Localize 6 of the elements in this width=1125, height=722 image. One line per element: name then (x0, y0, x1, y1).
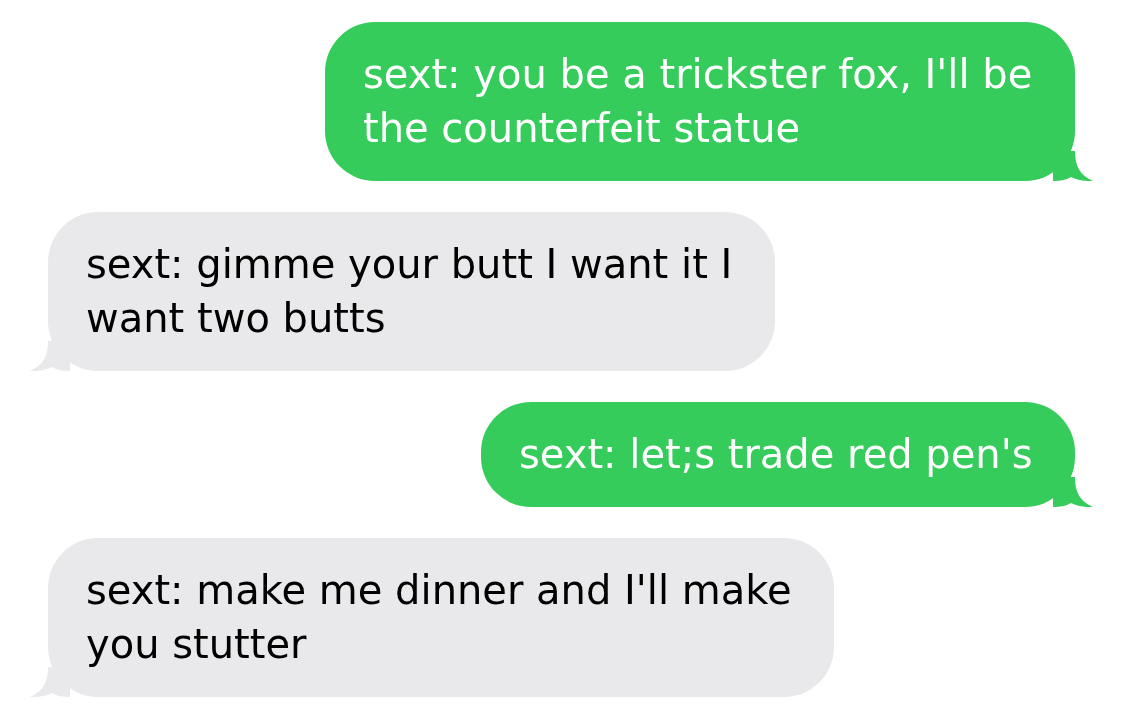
received-message: sext: make me dinner and I'll make you stutter (48, 538, 834, 697)
bubble-tail-icon (1053, 151, 1093, 181)
received-message: sext: gimme your butt I want it I want two butts (48, 212, 775, 371)
sent-message: sext: let;s trade red pen's (481, 402, 1075, 507)
sent-message: sext: you be a trickster fox, I'll be the counterfeit statue (325, 22, 1075, 181)
bubble-tail-icon (1053, 477, 1093, 507)
